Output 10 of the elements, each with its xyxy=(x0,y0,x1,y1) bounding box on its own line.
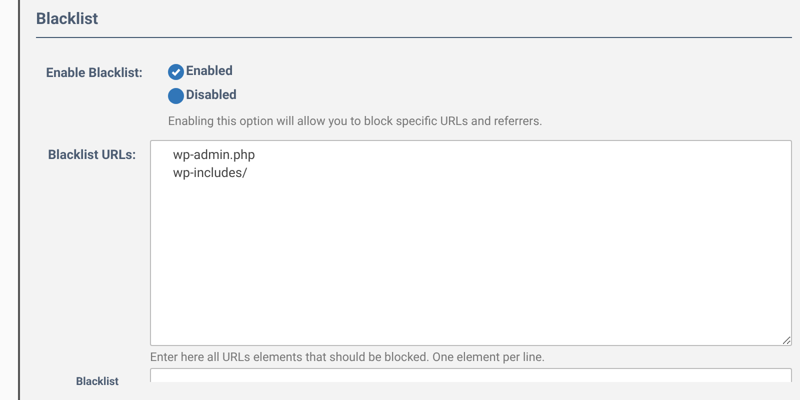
text-field[interactable] xyxy=(150,368,792,382)
field-label: Enable Blacklist: xyxy=(46,66,143,81)
field-label: Blacklist URLs: xyxy=(48,148,136,163)
help-text: Enabling this option will allow you to block specific URLs and referrers. xyxy=(168,113,542,130)
field-label: Blacklist xyxy=(76,375,119,388)
radio-option[interactable]: Disabled xyxy=(168,84,237,108)
section-title: Blacklist xyxy=(36,9,98,28)
urls-textarea[interactable]: wp-admin.php wp-includes/ xyxy=(150,140,792,346)
radio-option[interactable]: Enabled xyxy=(168,60,233,84)
help-text: Enter here all URLs elements that should be blocked. One element per line. xyxy=(150,349,546,366)
